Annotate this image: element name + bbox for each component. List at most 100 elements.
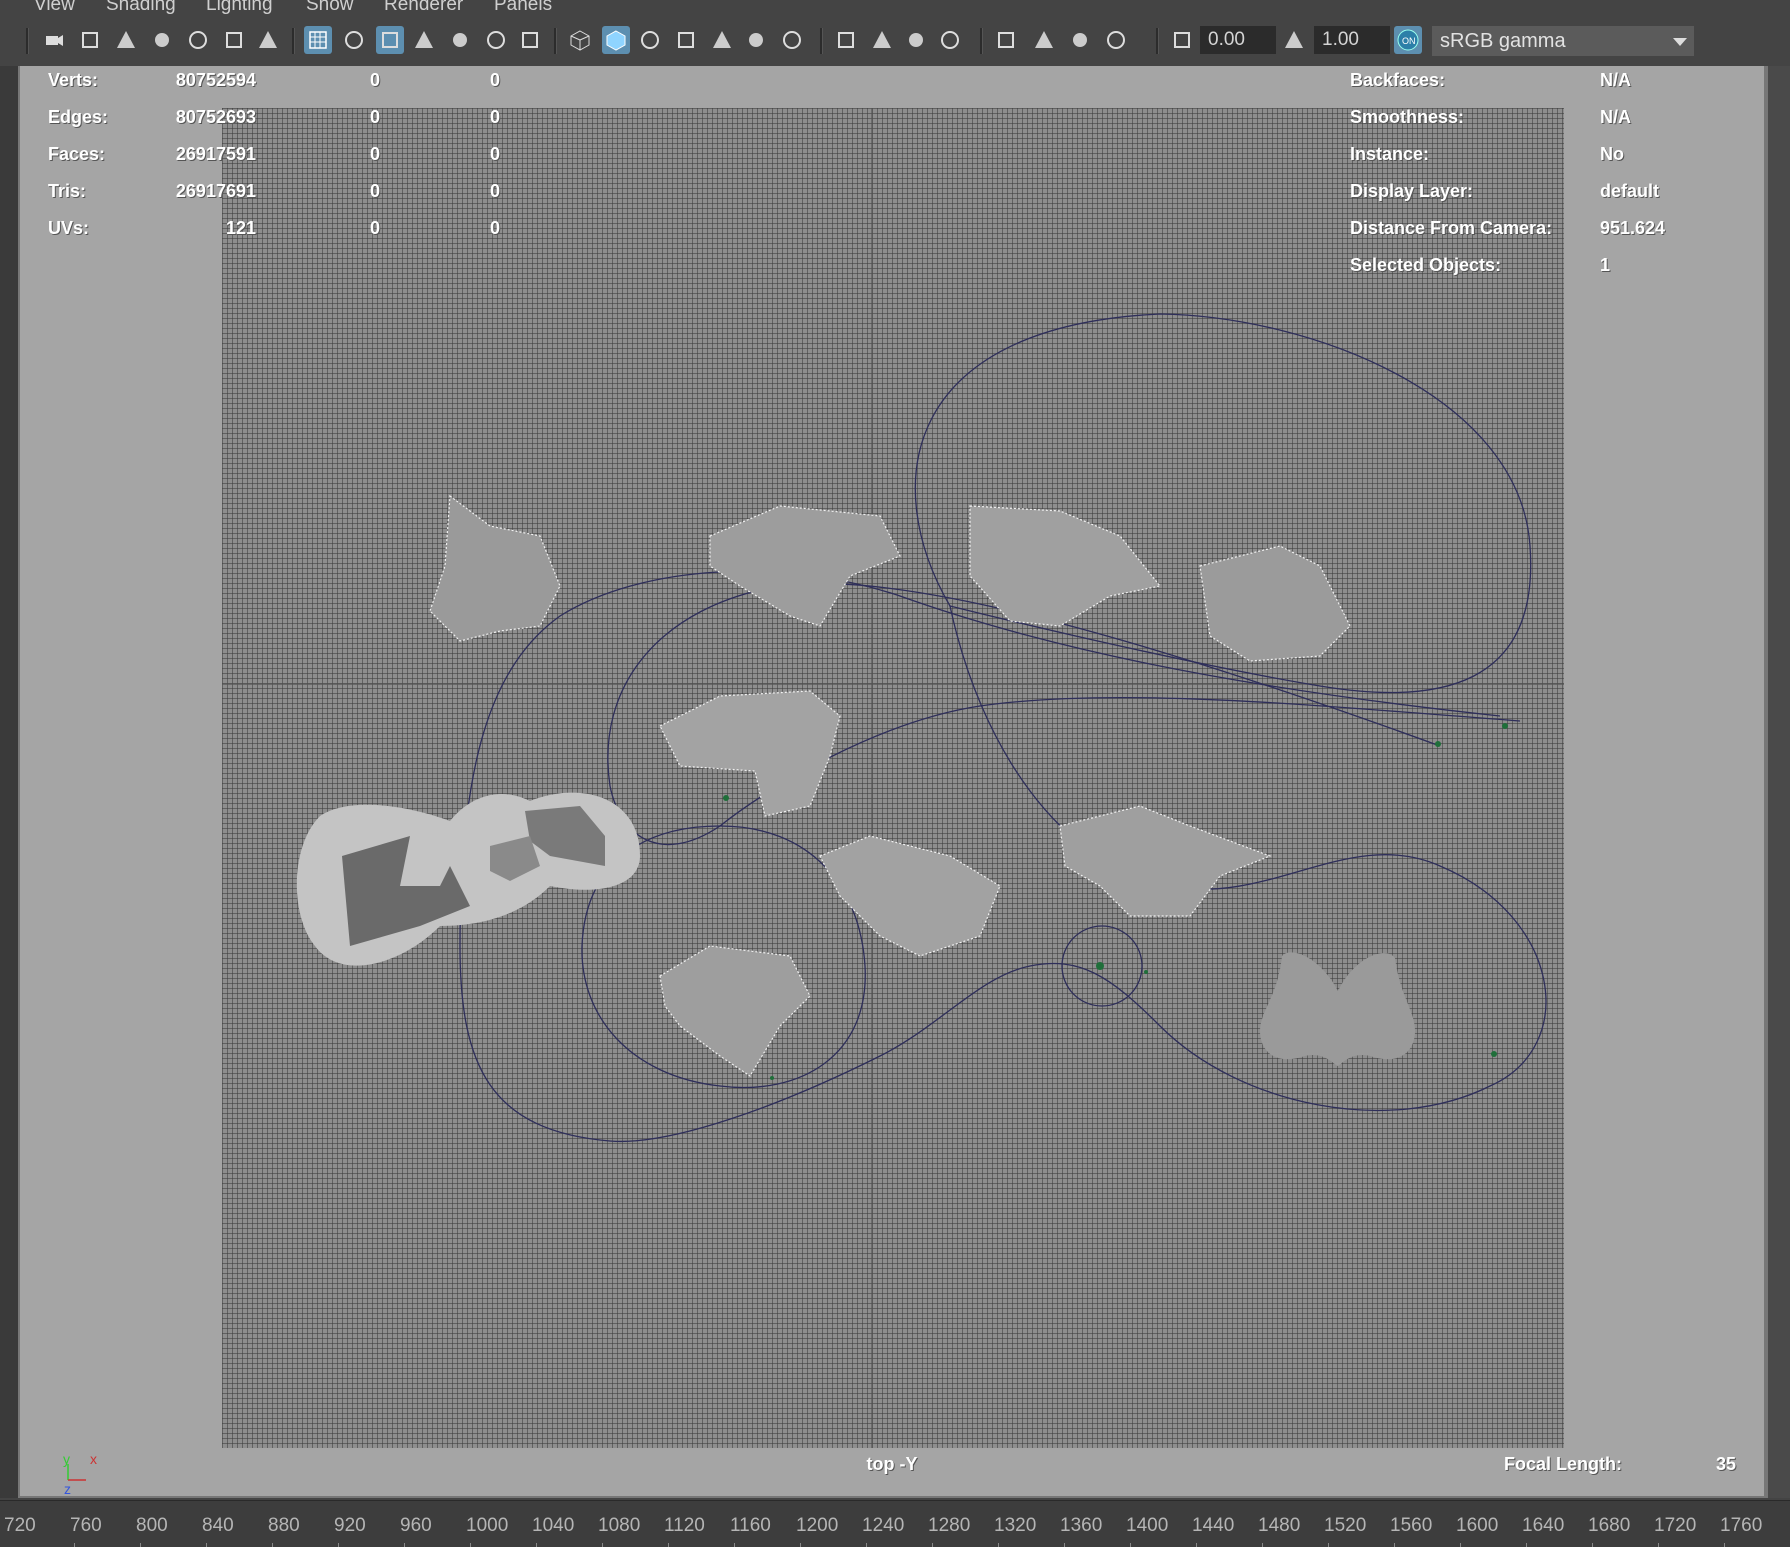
camera-icon[interactable]: [40, 26, 68, 54]
hud-stat-extra: 0: [489, 181, 500, 201]
hud-stat-selected: 0: [369, 144, 380, 164]
hud-stat-label: Verts:: [48, 70, 99, 90]
hud-info-label: Smoothness:: [1350, 107, 1465, 127]
menu-lighting[interactable]: Lighting: [206, 0, 273, 14]
left-panel-edge: [0, 66, 18, 1498]
use-all-lights-icon[interactable]: [742, 26, 770, 54]
panel-menu-bar: View Shading Lighting Show Renderer Panels: [0, 0, 1790, 14]
lock-camera-icon[interactable]: [76, 26, 104, 54]
isolate-select-icon[interactable]: [992, 26, 1020, 54]
timeline-tick-mark: [272, 1543, 273, 1547]
mesh-rock: [1199, 545, 1351, 662]
gate-mask-icon[interactable]: [410, 26, 438, 54]
screen-space-ao-icon[interactable]: [832, 26, 860, 54]
hud-stat-label: Faces:: [48, 144, 106, 164]
timeline-tick-label: 1120: [664, 1515, 705, 1536]
textured-icon[interactable]: [708, 26, 736, 54]
timeline-tick-label: 1080: [598, 1515, 641, 1536]
xray-icon[interactable]: [1030, 26, 1058, 54]
hud-stat-extra: 0: [489, 107, 500, 127]
menu-shading[interactable]: Shading: [106, 0, 176, 14]
mesh-objects[interactable]: [429, 494, 1351, 1077]
camera-attributes-icon[interactable]: [112, 26, 140, 54]
field-chart-icon[interactable]: [446, 26, 474, 54]
hud-info-label: Display Layer:: [1350, 181, 1474, 201]
2d-pan-zoom-icon[interactable]: [220, 26, 248, 54]
image-plane-icon[interactable]: [184, 26, 212, 54]
gamma-field[interactable]: 1.00: [1314, 26, 1390, 54]
grease-pencil-icon[interactable]: [254, 26, 282, 54]
timeline-tick-mark: [602, 1543, 603, 1547]
hud-stat-total: 121: [225, 218, 256, 238]
motion-blur-icon[interactable]: [868, 26, 896, 54]
toolbar-separator: [1156, 28, 1159, 54]
timeline-tick-mark: [866, 1543, 867, 1547]
safe-action-icon[interactable]: [482, 26, 510, 54]
mesh-crumpled-6: [659, 945, 811, 1077]
smooth-shade-icon[interactable]: [602, 26, 630, 54]
svg-text:z: z: [64, 1481, 71, 1496]
depth-of-field-icon[interactable]: [936, 26, 964, 54]
chevron-down-icon[interactable]: [1668, 28, 1692, 54]
hud-stat-extra: 0: [489, 70, 500, 90]
timeline-tick-label: 1760: [1720, 1515, 1763, 1536]
hud-stat-extra: 0: [489, 144, 500, 164]
timeline-tick-label: 1280: [928, 1515, 971, 1536]
timeline-tick-label: 1160: [730, 1515, 771, 1536]
grid-icon[interactable]: [304, 26, 332, 54]
timeline-tick-label: 1720: [1654, 1515, 1697, 1536]
color-management-icon[interactable]: ON: [1394, 26, 1422, 54]
viewport-panel[interactable]: y x z Verts: 80752594 0 0 Edges: 80752693 0 0 Fa…: [20, 66, 1764, 1496]
xray-joints-icon[interactable]: [1102, 26, 1130, 54]
wireframe-on-shaded-icon[interactable]: [672, 26, 700, 54]
menu-renderer[interactable]: Renderer: [384, 0, 463, 14]
timeline-tick-label: 1360: [1060, 1515, 1103, 1536]
timeline-tick-label: 1640: [1522, 1515, 1565, 1536]
timeline-tick-label: 720: [4, 1515, 36, 1536]
toolbar-separator: [26, 28, 29, 54]
mesh-cloth-1: [659, 690, 841, 817]
wireframe-icon[interactable]: [566, 26, 594, 54]
mesh-smooth-object[interactable]: [1260, 952, 1415, 1066]
timeline-ruler[interactable]: 720 760 800 840 880 920 960 1000 1040 1080 1120 116…: [0, 1500, 1790, 1547]
timeline-tick-label: 1200: [796, 1515, 839, 1536]
timeline-tick-mark: [404, 1543, 405, 1547]
exposure-field[interactable]: 0.00: [1200, 26, 1276, 54]
hud-stat-selected: 0: [369, 218, 380, 238]
menu-show[interactable]: Show: [306, 0, 354, 14]
timeline-tick-label: 1240: [862, 1515, 905, 1536]
timeline-tick-mark: [932, 1543, 933, 1547]
multisample-aa-icon[interactable]: [902, 26, 930, 54]
exposure-icon[interactable]: [1168, 26, 1196, 54]
menu-view[interactable]: View: [34, 0, 75, 14]
hud-stat-selected: 0: [369, 107, 380, 127]
timeline-tick-mark: [140, 1543, 141, 1547]
hud-stat-selected: 0: [369, 70, 380, 90]
resolution-gate-icon[interactable]: [376, 26, 404, 54]
gamma-icon[interactable]: [1280, 26, 1308, 54]
timeline-tick-mark: [1394, 1543, 1395, 1547]
hud-stat-total: 80752594: [175, 70, 256, 90]
timeline-tick-mark: [74, 1543, 75, 1547]
menu-panels[interactable]: Panels: [494, 0, 552, 14]
safe-title-icon[interactable]: [516, 26, 544, 54]
scene-view[interactable]: y x z: [20, 66, 1764, 1496]
film-gate-icon[interactable]: [340, 26, 368, 54]
bookmark-icon[interactable]: [148, 26, 176, 54]
hud-stat-label: Edges:: [48, 107, 109, 127]
hud-stat-total: 26917591: [175, 144, 256, 164]
hud-info-label: Selected Objects:: [1350, 255, 1502, 275]
view-transform-dropdown[interactable]: sRGB gamma: [1432, 26, 1694, 56]
focal-length-label: Focal Length:: [1504, 1454, 1622, 1474]
xray-active-icon[interactable]: [1066, 26, 1094, 54]
timeline-tick-label: 1400: [1126, 1515, 1169, 1536]
hud-stat-label: UVs:: [48, 218, 90, 238]
hud-info-value: 1: [1600, 255, 1611, 275]
shadows-icon[interactable]: [778, 26, 806, 54]
timeline-tick-mark: [206, 1543, 207, 1547]
hud-info-value: default: [1600, 181, 1660, 201]
timeline-tick-mark: [998, 1543, 999, 1547]
default-material-icon[interactable]: [636, 26, 664, 54]
timeline-tick-label: 800: [136, 1515, 168, 1536]
mesh-gray-blocks[interactable]: [296, 792, 640, 966]
